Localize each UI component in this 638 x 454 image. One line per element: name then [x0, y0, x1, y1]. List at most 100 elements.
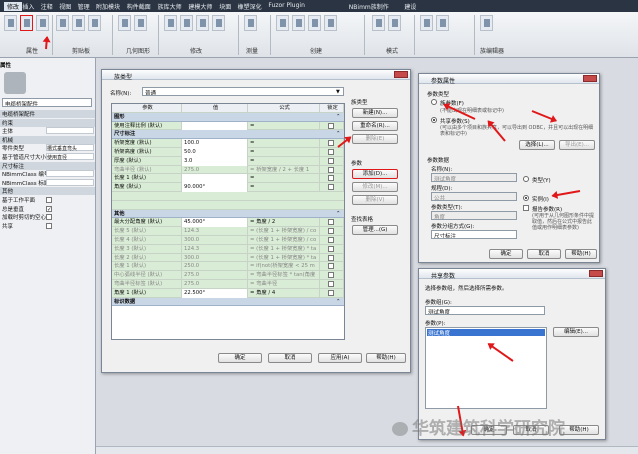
menu-tab[interactable]: Fuzor Plugin [268, 2, 305, 9]
menu-tab[interactable]: 族库大师 [158, 2, 182, 11]
menu-tab[interactable]: 插入 [22, 2, 34, 11]
value-cell[interactable]: 300.0 [182, 253, 248, 263]
lock-checkbox[interactable] [328, 140, 334, 147]
help-button[interactable]: 帮助(H) [366, 353, 406, 363]
table-row[interactable]: 中心弧线半径 (默认) 275.0 = 弯曲半径标签 * tan(角度 [112, 271, 344, 280]
property-checkbox[interactable] [46, 197, 52, 203]
reference-plane-button[interactable] [372, 15, 385, 31]
lock-checkbox[interactable] [328, 228, 334, 235]
menu-tab[interactable]: 视图 [59, 2, 71, 11]
property-value[interactable]: 槽式垂直弯头 [46, 144, 94, 152]
value-cell[interactable] [182, 121, 248, 131]
property-row[interactable]: 加载时剪切的空心 [0, 213, 95, 221]
formula-cell[interactable]: = (长度 1 + 桥架宽度) / co [248, 227, 320, 236]
value-cell[interactable]: 275.0 [182, 165, 248, 175]
modify-parameter-button[interactable]: 修改(M)... [352, 182, 398, 192]
param-group-select[interactable]: 测试角度 [425, 306, 545, 315]
table-row[interactable]: 桥架宽度 (默认) 100.0 = [112, 139, 344, 148]
pipe-connector-button[interactable] [292, 15, 305, 31]
lock-checkbox[interactable] [328, 245, 334, 252]
formula-cell[interactable]: = (长度 1 + 桥架宽度) * ta [248, 244, 320, 254]
menu-tab[interactable]: 块面 [219, 2, 231, 11]
rename-type-button[interactable]: 重命名(R)... [352, 121, 398, 131]
table-row[interactable]: 长度 2 (默认) 300.0 = (长度 1 + 桥架宽度) * ta [112, 253, 344, 263]
lock-cell[interactable] [320, 253, 344, 263]
close-icon[interactable] [394, 71, 408, 78]
property-value[interactable] [46, 170, 94, 178]
offset-button[interactable] [180, 15, 193, 31]
value-cell[interactable]: 90.000° [182, 183, 248, 192]
lock-cell[interactable] [320, 148, 344, 157]
report-param-checkbox[interactable] [523, 205, 529, 211]
load-and-close-button[interactable] [436, 15, 449, 31]
join-button[interactable] [118, 15, 131, 31]
menu-tab[interactable]: 橡塑深化 [238, 2, 262, 11]
property-row[interactable]: NBimmClass 标题 [0, 178, 95, 187]
manage-lookup-button[interactable]: 管理...(G) [352, 225, 398, 235]
value-cell[interactable]: 124.3 [182, 227, 248, 236]
menu-tab[interactable]: 注释 [41, 2, 53, 11]
help-button[interactable]: 帮助(H) [565, 249, 597, 259]
align-button[interactable] [164, 15, 177, 31]
table-row[interactable]: 长度 4 (默认) 300.0 = (长度 1 + 桥架宽度) / co [112, 236, 344, 245]
lock-checkbox[interactable] [328, 272, 334, 279]
formula-cell[interactable]: = 角度 / 4 [248, 288, 320, 298]
lock-checkbox[interactable] [328, 289, 334, 296]
family-param-radio[interactable] [431, 99, 437, 105]
menu-tab[interactable]: 建模大师 [188, 2, 212, 11]
value-cell[interactable]: 45.000° [182, 218, 248, 228]
formula-cell[interactable]: = [248, 156, 320, 166]
property-checkbox[interactable] [46, 222, 52, 229]
move-button[interactable] [212, 15, 225, 31]
table-row[interactable]: 使用注释比例 (默认) = [112, 121, 344, 131]
formula-cell[interactable]: = [248, 183, 320, 192]
lock-cell[interactable] [320, 227, 344, 236]
table-group-row[interactable]: 尺寸标注 ⌃ [112, 130, 344, 140]
value-cell[interactable]: 3.0 [182, 156, 248, 166]
cut-geometry-button[interactable] [134, 15, 147, 31]
lock-checkbox[interactable] [328, 184, 334, 191]
cancel-button[interactable]: 取消 [527, 249, 561, 259]
cancel-button[interactable]: 取消 [268, 353, 312, 363]
collapse-icon[interactable]: ⌃ [334, 130, 344, 139]
group-by-select[interactable]: 尺寸标注 [431, 230, 517, 239]
apply-button[interactable]: 应用(A) [318, 353, 362, 363]
table-group-row[interactable]: 其他 ⌃ [112, 209, 344, 219]
lock-cell[interactable] [320, 236, 344, 245]
collapse-icon[interactable]: ⌃ [334, 298, 344, 307]
lock-checkbox[interactable] [328, 237, 334, 243]
value-cell[interactable] [182, 174, 248, 184]
value-cell[interactable]: 250.0 [182, 262, 248, 272]
chevron-down-icon[interactable]: ▼ [336, 89, 340, 95]
measure-button[interactable] [244, 15, 257, 31]
lock-cell[interactable] [320, 271, 344, 280]
lock-checkbox[interactable] [328, 122, 334, 129]
lock-checkbox[interactable] [328, 175, 334, 182]
formula-cell[interactable]: = if(not(桥架宽度 < 25 m [248, 262, 320, 272]
modify-tool-button[interactable] [4, 15, 17, 31]
formula-cell[interactable]: = 角度 / 2 [248, 218, 320, 228]
cable-connector-button[interactable] [308, 15, 321, 31]
lock-cell[interactable] [320, 262, 344, 272]
formula-cell[interactable]: = (长度 1 + 桥架宽度) * ta [248, 253, 320, 263]
property-row[interactable]: 尺寸标注 [0, 161, 95, 170]
property-row[interactable]: NBimmClass 编号 [0, 170, 95, 178]
property-row[interactable]: 基于工作平面 [0, 196, 95, 204]
table-group-row[interactable]: 标识数据 ⌃ [112, 297, 344, 307]
property-row[interactable]: 主体 [0, 127, 95, 135]
table-row[interactable]: 弯曲半径标签 (默认) 275.0 = 弯曲半径 [112, 280, 344, 289]
value-cell[interactable]: 300.0 [182, 236, 248, 245]
lock-checkbox[interactable] [328, 281, 334, 287]
lock-cell[interactable] [320, 174, 344, 184]
property-value[interactable] [46, 178, 94, 186]
set-work-plane-button[interactable] [388, 15, 401, 31]
lock-checkbox[interactable] [328, 254, 334, 261]
table-row[interactable]: 桥架高度 (默认) 50.0 = [112, 148, 344, 157]
lock-cell[interactable] [320, 156, 344, 166]
type-radio[interactable] [523, 176, 529, 182]
menu-tab[interactable]: 构件截面 [127, 2, 151, 11]
value-cell[interactable]: 275.0 [182, 280, 248, 289]
property-value[interactable] [46, 127, 94, 135]
add-parameter-button[interactable]: 添加(D)... [352, 169, 398, 179]
param-name-field[interactable]: 测试角度 [431, 173, 517, 182]
